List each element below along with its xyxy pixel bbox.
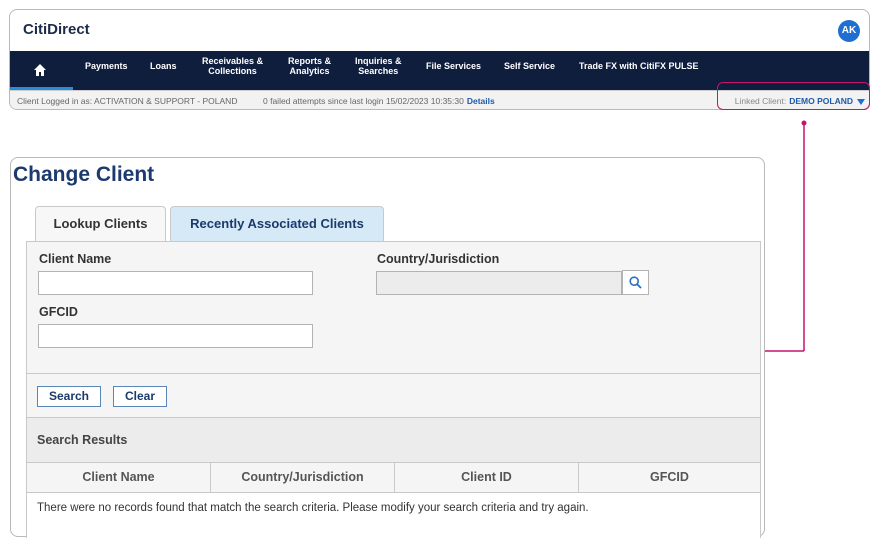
search-icon — [629, 276, 642, 289]
country-lookup — [376, 242, 676, 302]
form-buttons: Search Clear — [26, 373, 761, 418]
column-country[interactable]: Country/Jurisdiction — [211, 463, 395, 492]
no-records-message: There were no records found that match t… — [37, 502, 589, 514]
change-client-panel: Change Client Lookup Clients Recently As… — [10, 157, 765, 538]
search-results: Search Results Client Name Country/Juris… — [26, 418, 761, 538]
client-name-input[interactable] — [38, 271, 313, 295]
search-button[interactable]: Search — [37, 386, 101, 407]
gfcid-label: GFCID — [39, 305, 78, 319]
clear-button[interactable]: Clear — [113, 386, 167, 407]
tab-lookup-clients[interactable]: Lookup Clients — [35, 206, 166, 242]
column-client-id[interactable]: Client ID — [395, 463, 579, 492]
column-client-name[interactable]: Client Name — [27, 463, 211, 492]
results-empty-row: There were no records found that match t… — [27, 493, 760, 538]
tab-recently-associated[interactable]: Recently Associated Clients — [170, 206, 384, 241]
search-results-title: Search Results — [37, 433, 128, 447]
country-input[interactable] — [376, 271, 622, 295]
column-gfcid[interactable]: GFCID — [579, 463, 760, 492]
search-form: Client Name Country/Jurisdiction GFCID — [26, 241, 761, 373]
gfcid-input[interactable] — [38, 324, 313, 348]
results-table-header: Client Name Country/Jurisdiction Client … — [27, 462, 760, 493]
client-name-label: Client Name — [39, 252, 112, 266]
page-title: Change Client — [13, 163, 155, 186]
country-search-button[interactable] — [622, 270, 649, 295]
